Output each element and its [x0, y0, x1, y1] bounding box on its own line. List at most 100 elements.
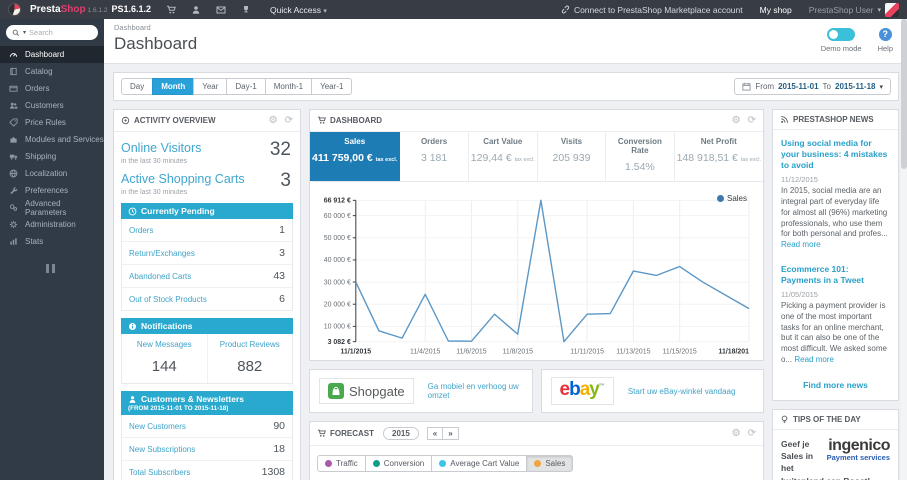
sidebar-item-modules[interactable]: Modules and Services — [0, 131, 104, 148]
online-visitors-subtitle: in the last 30 minutes — [121, 158, 188, 165]
trophy-icon[interactable] — [241, 5, 251, 15]
refresh-icon[interactable]: ⟳ — [748, 428, 756, 439]
range-button-month[interactable]: Month — [152, 78, 195, 95]
breadcrumb[interactable]: Dashboard — [114, 23, 897, 32]
ingenico-logo-subtitle: Payment services — [826, 452, 890, 462]
online-visitors-value: 32 — [269, 139, 291, 160]
quick-access-menu[interactable]: Quick Access ▾ — [270, 5, 327, 15]
new-messages-cell[interactable]: New Messages 144 — [122, 334, 208, 383]
user-icon — [129, 395, 136, 403]
chart-legend[interactable]: Sales — [716, 194, 747, 203]
refresh-icon[interactable]: ⟳ — [748, 115, 756, 126]
svg-text:50 000 €: 50 000 € — [324, 235, 351, 242]
sidebar-item-preferences[interactable]: Preferences — [0, 182, 104, 199]
gear-icon[interactable]: ⚙ — [269, 115, 278, 126]
find-more-news-link[interactable]: Find more news — [781, 380, 890, 390]
new-subscriptions-link[interactable]: New Subscriptions — [129, 445, 195, 454]
topbar: PrestaShop 1.6.1.2 PS1.6.1.2 Quick Access … — [0, 0, 907, 19]
chevron-down-icon[interactable]: ▾ — [23, 29, 26, 36]
out-of-stock-value: 6 — [279, 293, 285, 305]
range-button-year[interactable]: Year — [193, 78, 228, 95]
sidebar-search[interactable]: ▾ — [6, 25, 98, 40]
cart-icon[interactable] — [166, 5, 176, 15]
out-of-stock-link[interactable]: Out of Stock Products — [129, 295, 207, 304]
sidebar-item-dashboard[interactable]: Dashboard — [0, 46, 104, 63]
abandoned-carts-link[interactable]: Abandoned Carts — [129, 272, 191, 281]
search-icon — [12, 29, 20, 36]
sidebar: ▾ Dashboard Catalog Orders Customers Pri… — [0, 19, 104, 480]
sidebar-item-catalog[interactable]: Catalog — [0, 63, 104, 80]
forecast-button-sales[interactable]: Sales — [526, 455, 574, 472]
shopgate-link[interactable]: Ga mobiel en verhoog uw omzet — [428, 382, 523, 400]
sidebar-item-stats[interactable]: Stats — [0, 233, 104, 250]
active-carts-link[interactable]: Active Shopping Carts — [121, 172, 245, 186]
demo-mode-control: Demo mode — [821, 28, 862, 53]
forecast-year[interactable]: 2015 — [383, 427, 419, 440]
help-icon[interactable]: ? — [878, 28, 892, 41]
forecast-button-avg-cart-value[interactable]: Average Cart Value — [431, 455, 528, 472]
news-article: Ecommerce 101: Payments in a Tweet 11/05… — [781, 264, 890, 366]
read-more-link[interactable]: Read more — [781, 240, 821, 249]
range-button-day-1[interactable]: Day-1 — [226, 78, 266, 95]
bar-chart-icon — [10, 238, 17, 245]
sidebar-collapse-button[interactable] — [46, 264, 58, 273]
kpi-sales[interactable]: Sales 411 759,00 € tax excl. — [310, 132, 401, 181]
tips-of-the-day-panel: TIPS OF THE DAY ingenico Payment service… — [772, 408, 899, 480]
kpi-orders[interactable]: Orders 3 181 — [400, 132, 469, 181]
kpi-cart-value[interactable]: Cart Value 129,44 € tax excl. — [469, 132, 538, 181]
ebay-link[interactable]: Start uw eBay-winkel vandaag — [628, 387, 736, 396]
sidebar-item-orders[interactable]: Orders — [0, 80, 104, 97]
chevron-down-icon: ▾ — [879, 83, 883, 91]
range-button-year-1[interactable]: Year-1 — [311, 78, 353, 95]
svg-text:11/4/2015: 11/4/2015 — [410, 349, 441, 356]
cart-icon — [317, 429, 326, 437]
news-panel-title: PRESTASHOP NEWS — [793, 115, 874, 124]
sidebar-item-administration[interactable]: Administration — [0, 216, 104, 233]
forecast-prev-button[interactable]: « — [426, 427, 444, 440]
svg-text:11/18/201: 11/18/201 — [718, 349, 749, 356]
person-icon[interactable] — [191, 5, 201, 15]
date-range-picker[interactable]: From 2015-11-01 To 2015-11-18 ▾ — [734, 78, 891, 95]
sidebar-item-localization[interactable]: Localization — [0, 165, 104, 182]
new-messages-value: 144 — [151, 358, 177, 375]
conversion-dot — [372, 460, 380, 467]
refresh-icon[interactable]: ⟳ — [285, 115, 293, 126]
new-customers-link[interactable]: New Customers — [129, 422, 186, 431]
news-article-title[interactable]: Using social media for your business: 4 … — [781, 138, 890, 171]
pending-returns-link[interactable]: Return/Exchanges — [129, 249, 195, 258]
sidebar-item-customers[interactable]: Customers — [0, 97, 104, 114]
connect-marketplace-link[interactable]: Connect to PrestaShop Marketplace accoun… — [561, 5, 743, 15]
demo-mode-label: Demo mode — [820, 44, 862, 53]
range-button-day[interactable]: Day — [121, 78, 154, 95]
kpi-net-profit[interactable]: Net Profit 148 918,51 € tax excl. — [675, 132, 763, 181]
sidebar-item-shipping[interactable]: Shipping — [0, 148, 104, 165]
total-subscribers-link[interactable]: Total Subscribers — [129, 468, 190, 477]
sidebar-item-advanced-parameters[interactable]: Advanced Parameters — [0, 199, 104, 217]
kpi-conversion-rate[interactable]: Conversion Rate 1.54% — [606, 132, 675, 181]
range-button-month-1[interactable]: Month-1 — [264, 78, 313, 95]
scrollbar[interactable] — [901, 19, 907, 480]
my-shop-link[interactable]: My shop — [760, 5, 792, 15]
envelope-icon[interactable] — [216, 5, 226, 15]
gear-icon[interactable]: ⚙ — [732, 428, 741, 439]
forecast-button-conversion[interactable]: Conversion — [364, 455, 433, 472]
forecast-button-traffic[interactable]: Traffic — [317, 455, 366, 472]
kpi-visits[interactable]: Visits 205 939 — [538, 132, 607, 181]
online-visitors-link[interactable]: Online Visitors — [121, 141, 201, 155]
date-to-label: To — [822, 82, 831, 91]
forecast-next-button[interactable]: » — [442, 427, 459, 440]
read-more-link[interactable]: Read more — [794, 355, 834, 364]
product-reviews-cell[interactable]: Product Reviews 882 — [208, 334, 293, 383]
info-icon — [128, 322, 137, 330]
news-article-date: 11/05/2015 — [781, 290, 818, 300]
forecast-panel: FORECAST 2015 « » ⚙ ⟳ Traffic Conversion … — [309, 421, 764, 480]
gear-icon[interactable]: ⚙ — [732, 115, 741, 126]
search-input[interactable] — [29, 28, 82, 37]
pending-orders-link[interactable]: Orders — [129, 226, 153, 235]
news-article-title[interactable]: Ecommerce 101: Payments in a Tweet — [781, 264, 890, 286]
user-menu[interactable]: PrestaShop User ▾ — [809, 2, 899, 17]
sidebar-item-price-rules[interactable]: Price Rules — [0, 114, 104, 131]
prestashop-news-panel: PRESTASHOP NEWS Using social media for y… — [772, 109, 899, 401]
demo-mode-toggle[interactable] — [827, 28, 856, 41]
scrollbar-thumb[interactable] — [901, 19, 907, 169]
